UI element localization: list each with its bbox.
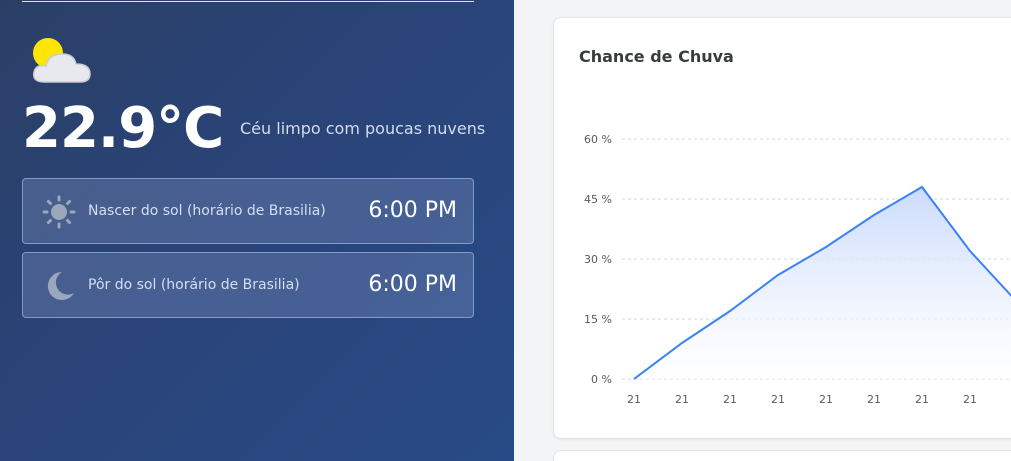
next-card — [553, 450, 1011, 461]
sunrise-label: Nascer do sol (horário de Brasilia) — [88, 203, 326, 219]
divider — [22, 1, 474, 2]
x-tick-label: 21 — [723, 393, 737, 406]
sunset-label: Pôr do sol (horário de Brasilia) — [88, 277, 300, 293]
y-tick-label: 0 % — [591, 373, 612, 386]
x-tick-label: 21 — [627, 393, 641, 406]
sunset-time: 6:00 PM — [368, 272, 457, 297]
temperature-value: 22.9°C — [22, 96, 224, 161]
rain-chance-area — [634, 187, 1011, 379]
x-tick-label: 21 — [867, 393, 881, 406]
y-tick-label: 45 % — [584, 193, 612, 206]
x-tick-label: 21 — [915, 393, 929, 406]
x-tick-label: 21 — [675, 393, 689, 406]
rain-chance-chart: 0 %15 %30 %45 %60 % 21212121212121212 — [584, 133, 1011, 406]
sun-icon — [42, 195, 76, 229]
sunrise-time: 6:00 PM — [368, 198, 457, 223]
y-tick-label: 30 % — [584, 253, 612, 266]
y-tick-label: 60 % — [584, 133, 612, 146]
sunrise-card: Nascer do sol (horário de Brasilia) 6:00… — [22, 178, 474, 244]
y-tick-label: 15 % — [584, 313, 612, 326]
partly-cloudy-icon — [28, 34, 96, 88]
weather-description: Céu limpo com poucas nuvens — [240, 119, 486, 138]
sunset-card: Pôr do sol (horário de Brasilia) 6:00 PM — [22, 252, 474, 318]
current-weather-panel: 22.9°C Céu limpo com poucas nuvens Nasce… — [0, 0, 514, 461]
x-tick-label: 21 — [819, 393, 833, 406]
rain-chance-chart-card: Chance de Chuva 0 % 15 % 30 % 45 % 60 % 21 21… — [553, 17, 1011, 439]
moon-icon — [42, 269, 76, 303]
x-tick-label: 21 — [963, 393, 977, 406]
x-tick-label: 21 — [771, 393, 785, 406]
